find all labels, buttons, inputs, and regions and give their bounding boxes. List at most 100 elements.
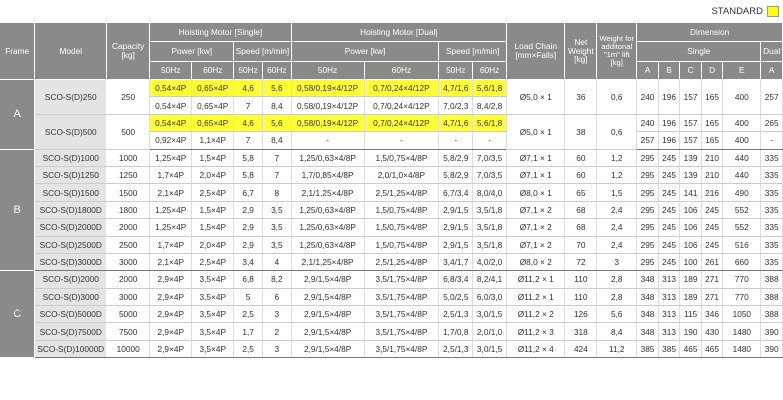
model-name: SCO-S(D)1250 xyxy=(34,166,108,185)
single-speed-50hz: 1,7 xyxy=(233,322,263,341)
dim-d: 216 xyxy=(701,183,724,202)
dual-speed-60hz: 5,6/1,8 xyxy=(472,79,508,98)
hdr-capacity: Capacity [kg] xyxy=(106,23,151,80)
dim-d: 245 xyxy=(701,236,724,254)
single-power-60hz: 3,5×4P xyxy=(191,305,235,324)
net-weight: 126 xyxy=(564,305,598,324)
dual-power-50hz: 2,1/1,25×4/8P xyxy=(291,253,365,272)
dim-e: 1050 xyxy=(722,305,762,324)
table-row: SCO-S(D)3000 3000 2,9×4P 3,5×4P 5 6 2,9/1,5×4/… xyxy=(0,288,783,307)
single-power-50hz: 1,7×4P xyxy=(149,166,193,185)
dim-d: 346 xyxy=(701,305,724,324)
single-power-50hz: 1,25×4P xyxy=(149,149,193,167)
net-weight: 110 xyxy=(564,288,598,307)
dual-power-50hz: 2,9/1,5×4/8P xyxy=(291,340,365,359)
hdr-dim-a-dual: A xyxy=(760,61,783,80)
dim-e: 660 xyxy=(722,253,762,272)
dim-e: 1480 xyxy=(722,322,762,341)
dim-c: 106 xyxy=(679,236,702,254)
load-chain: Ø7,1 × 2 xyxy=(506,201,566,220)
dim-e: 400 xyxy=(722,114,762,133)
dim-d: 271 xyxy=(701,270,724,289)
single-power-60hz: 3,5×4P xyxy=(191,270,235,289)
dual-power-60hz: 1,5/0,75×4/8P xyxy=(364,236,440,254)
dual-speed-60hz: 3,0/1,5 xyxy=(472,305,508,324)
single-power-60hz: 2,5×4P xyxy=(191,183,235,202)
dual-power-50hz: 1,25/0,63×4/8P xyxy=(291,201,365,220)
single-speed-50hz: 2,9 xyxy=(233,201,263,220)
dim-a: 295 xyxy=(636,149,659,167)
dim-b: 313 xyxy=(658,288,681,307)
hdr-single-speed: Speed [m/min] xyxy=(233,41,292,62)
capacity: 5000 xyxy=(106,305,151,324)
single-power-60hz: 2,0×4P xyxy=(191,236,235,254)
dual-power-60hz: 2,0/1,0×4/8P xyxy=(364,166,440,185)
dual-power-50hz: 1,25/0,63×4/8P xyxy=(291,218,365,237)
dual-speed-50hz: 5,0/2,5 xyxy=(438,288,474,307)
net-weight: 60 xyxy=(564,149,598,167)
single-power-60hz: 0,65×4P xyxy=(191,79,235,98)
hdr-dp-60hz: 60Hz xyxy=(364,61,440,80)
hdr-ss-50hz: 50Hz xyxy=(233,61,263,80)
model-name: SCO-S(D)1000 xyxy=(34,149,108,167)
single-speed-60hz: 5,6 xyxy=(262,79,292,98)
capacity: 3000 xyxy=(106,288,151,307)
single-speed-50hz: 5,8 xyxy=(233,166,263,185)
dim-a-dual: 388 xyxy=(760,288,783,307)
dim-d: 245 xyxy=(701,201,724,220)
single-power-50hz: 0,92×4P xyxy=(149,131,193,150)
net-weight: 60 xyxy=(564,166,598,185)
single-speed-50hz: 5,8 xyxy=(233,149,263,167)
model-name: SCO-S(D)250 xyxy=(34,79,108,115)
single-power-50hz: 2,9×4P xyxy=(149,288,193,307)
single-power-50hz: 2,9×4P xyxy=(149,340,193,359)
weight-per-meter: 0,6 xyxy=(596,114,638,150)
single-speed-50hz: 4,6 xyxy=(233,79,263,98)
load-chain: Ø11,2 × 2 xyxy=(506,305,566,324)
dual-speed-50hz: 6,7/3,4 xyxy=(438,183,474,202)
net-weight: 36 xyxy=(564,79,598,115)
single-speed-50hz: 6,7 xyxy=(233,183,263,202)
hdr-dual-speed: Speed [m/min] xyxy=(438,41,508,62)
dim-a: 348 xyxy=(636,288,659,307)
dual-power-60hz: 2,5/1,25×4/8P xyxy=(364,253,440,272)
single-speed-60hz: 7 xyxy=(262,166,292,185)
dual-speed-50hz: 2,5/1,3 xyxy=(438,305,474,324)
dual-speed-50hz: 6,8/3,4 xyxy=(438,270,474,289)
weight-per-meter: 1,2 xyxy=(596,149,638,167)
capacity: 3000 xyxy=(106,253,151,272)
dual-speed-50hz: 1,7/0,8 xyxy=(438,322,474,341)
dual-power-60hz: 1,5/0,75×4/8P xyxy=(364,149,440,167)
dual-power-50hz: 2,9/1,5×4/8P xyxy=(291,270,365,289)
capacity: 2500 xyxy=(106,236,151,254)
dual-speed-50hz: 5,8/2,9 xyxy=(438,149,474,167)
capacity: 2000 xyxy=(106,270,151,289)
single-speed-60hz: 4 xyxy=(262,253,292,272)
dim-a: 295 xyxy=(636,166,659,185)
dim-b: 313 xyxy=(658,305,681,324)
single-speed-60hz: 3,5 xyxy=(262,201,292,220)
dual-power-50hz: - xyxy=(291,131,365,150)
dim-a-dual: 335 xyxy=(760,253,783,272)
single-power-60hz: 1,1×4P xyxy=(191,131,235,150)
dim-b: 245 xyxy=(658,183,681,202)
load-chain: Ø8,0 × 2 xyxy=(506,253,566,272)
single-speed-50hz: 2,5 xyxy=(233,340,263,359)
dim-a: 385 xyxy=(636,340,659,359)
dim-a: 240 xyxy=(636,79,659,115)
single-power-60hz: 1,5×4P xyxy=(191,149,235,167)
dim-a: 295 xyxy=(636,183,659,202)
weight-per-meter: 3 xyxy=(596,253,638,272)
dim-a-dual: 390 xyxy=(760,340,783,359)
dual-power-50hz: 1,25/0,63×4/8P xyxy=(291,149,365,167)
dim-b: 313 xyxy=(658,322,681,341)
model-name: SCO-S(D)2000 xyxy=(34,270,108,289)
single-speed-60hz: 3 xyxy=(262,305,292,324)
model-name: SCO-S(D)3000 xyxy=(34,288,108,307)
dim-d: 465 xyxy=(701,340,724,359)
hdr-load-chain: Load Chain [mm×Falls] xyxy=(506,23,566,80)
hdr-dim-d: D xyxy=(701,61,724,80)
dim-e: 400 xyxy=(722,131,762,150)
load-chain: Ø11,2 × 1 xyxy=(506,270,566,289)
single-power-50hz: 0,54×4P xyxy=(149,96,193,115)
